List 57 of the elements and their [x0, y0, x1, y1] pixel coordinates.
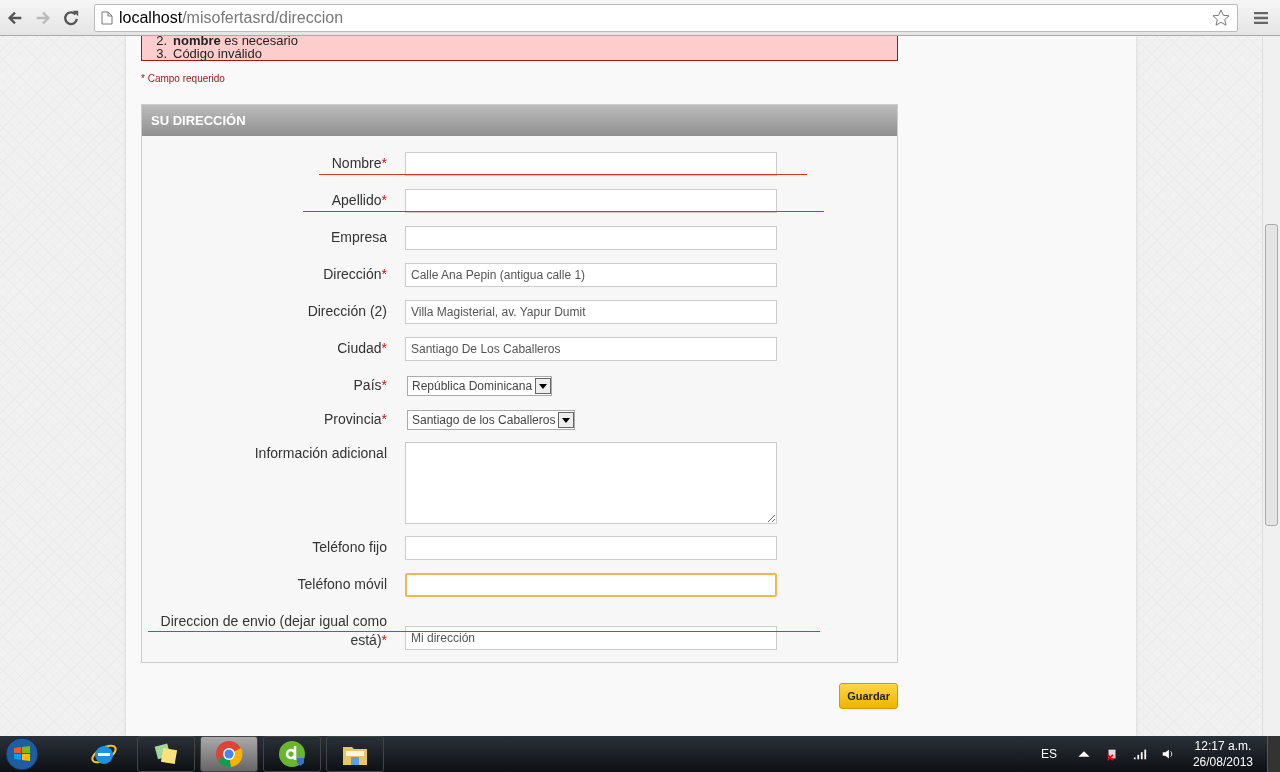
signal-icon[interactable]: [1132, 747, 1147, 761]
error-message: Código inválido: [173, 47, 262, 60]
field-label: Empresa: [329, 228, 387, 247]
required-asterisk: *: [381, 377, 387, 393]
speaker-icon[interactable]: [1160, 747, 1175, 761]
text-field[interactable]: [405, 189, 777, 213]
section-header: SU DIRECCIÓN: [142, 105, 897, 136]
required-asterisk: *: [381, 155, 387, 171]
clock-time[interactable]: 12:17 a.m.: [1194, 738, 1252, 754]
scroll-thumb[interactable]: [1265, 224, 1278, 526]
page-icon: [101, 10, 113, 25]
field-label: Apellido*: [330, 191, 387, 210]
app-circle-icon: [277, 739, 307, 769]
dropdown[interactable]: República Dominicana: [407, 376, 553, 396]
field-label: Dirección (2): [306, 302, 387, 321]
reload-icon[interactable]: [62, 8, 80, 27]
field-label: Provincia*: [322, 410, 387, 429]
clock-date[interactable]: 26/08/2013: [1192, 754, 1253, 770]
field-label: Teléfono móvil: [296, 575, 387, 594]
address-bar[interactable]: localhost/misofertasrd/direccion: [94, 3, 1238, 32]
menu-icon[interactable]: [1254, 11, 1268, 24]
required-note: * Campo requerido: [141, 73, 226, 84]
star-icon[interactable]: [1211, 7, 1231, 28]
field-label: Ciudad*: [336, 339, 387, 358]
text-field[interactable]: [405, 536, 777, 560]
text-field[interactable]: Calle Ana Pepin (antigua calle 1): [405, 263, 777, 287]
language-indicator[interactable]: ES: [1040, 747, 1057, 761]
field-label: Direccion de envio (dejar igual como está)*: [159, 612, 387, 650]
text-field[interactable]: Santiago De Los Caballeros: [405, 337, 777, 361]
taskbar-app[interactable]: [263, 736, 321, 772]
text-field[interactable]: [405, 226, 777, 250]
text-field[interactable]: Mi dirección: [405, 626, 777, 650]
required-asterisk: *: [381, 340, 387, 356]
required-asterisk: *: [381, 266, 387, 282]
text-field[interactable]: [405, 152, 777, 176]
field-label: País*: [352, 376, 387, 395]
taskbar-app[interactable]: [326, 736, 384, 772]
taskbar-app[interactable]: [200, 736, 258, 772]
field-label: Teléfono fijo: [311, 538, 387, 557]
required-asterisk: *: [381, 192, 387, 208]
save-button[interactable]: Guardar: [839, 683, 898, 709]
text-field[interactable]: [405, 573, 777, 597]
error-number: 3.: [155, 47, 167, 60]
field-label: Información adicional: [253, 444, 387, 463]
chrome-icon: [214, 739, 244, 769]
power-plug-icon[interactable]: [1104, 747, 1119, 761]
text-field[interactable]: Villa Magisterial, av. Yapur Dumit: [405, 300, 777, 324]
start-button[interactable]: [2, 736, 42, 772]
error-message: nombre es necesario: [173, 36, 298, 47]
taskbar-app[interactable]: [137, 736, 195, 772]
required-asterisk: *: [381, 632, 387, 648]
required-asterisk: *: [381, 411, 387, 427]
dropdown[interactable]: Santiago de los Caballeros: [407, 410, 576, 430]
scrollbar[interactable]: [1262, 36, 1280, 736]
field-label: Dirección*: [322, 265, 387, 284]
error-number: 2.: [155, 36, 167, 47]
field-label: Nombre*: [330, 154, 387, 173]
